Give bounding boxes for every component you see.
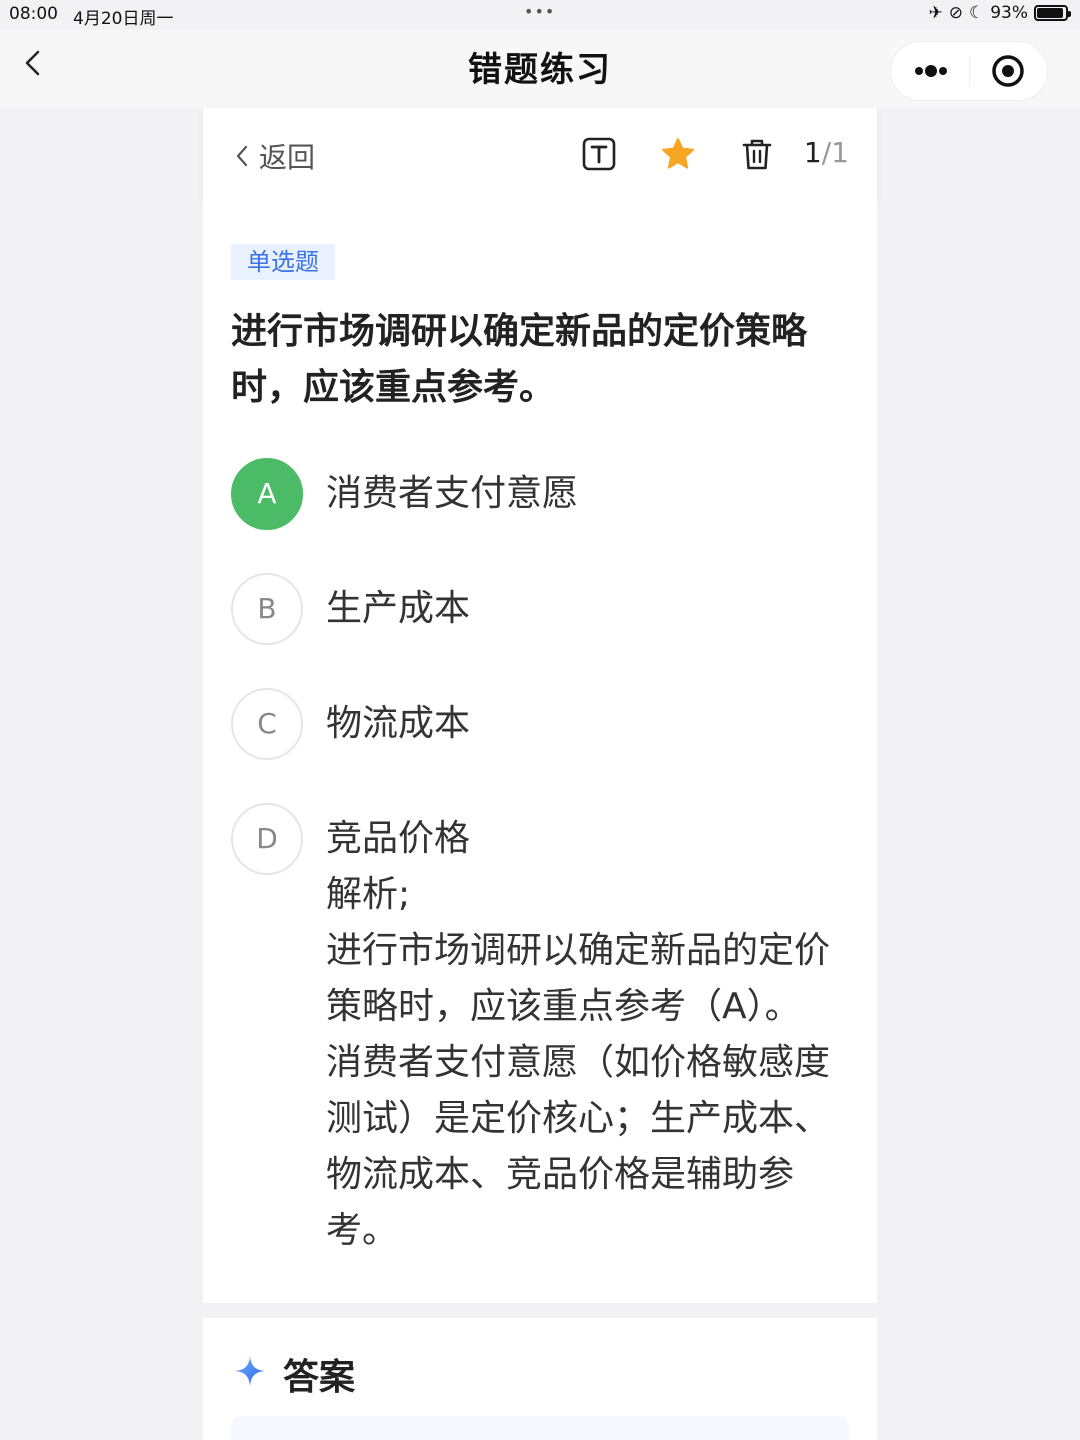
counter-separator: / <box>821 136 832 169</box>
battery-percent: 93% <box>990 3 1028 23</box>
option-letter: C <box>231 688 303 760</box>
question-card: 单选题 进行市场调研以确定新品的定价策略时，应该重点参考。 A 消费者支付意愿 … <box>203 200 877 1303</box>
question-counter: 1/1 <box>804 136 849 169</box>
status-bar: 08:00 4月20日周一 ••• ✈ ⊘ ☾ 93% <box>0 0 1080 30</box>
counter-total: 1 <box>831 136 849 169</box>
mini-program-capsule <box>891 42 1047 100</box>
option-letter: A <box>231 458 303 530</box>
capsule-divider <box>969 56 970 86</box>
explanation-text: 解析; 进行市场调研以确定新品的定价策略时，应该重点参考（A）。消费者支付意愿（… <box>326 874 831 1251</box>
answer-title: 答案 <box>283 1357 356 1398</box>
link-icon: ⊘ <box>948 3 963 23</box>
back-label: 返回 <box>259 141 316 174</box>
question-type-badge: 单选题 <box>231 244 335 280</box>
option-text: 竞品价格 <box>326 818 471 859</box>
option-letter: B <box>231 573 303 645</box>
counter-current: 1 <box>803 136 822 169</box>
more-dots-icon[interactable] <box>911 56 951 86</box>
star-icon[interactable] <box>660 136 696 172</box>
status-time: 08:00 <box>9 4 58 24</box>
multitask-dots-icon[interactable]: ••• <box>524 2 555 21</box>
nav-bar: 错题练习 <box>0 30 1080 108</box>
status-date: 4月20日周一 <box>73 9 174 29</box>
target-circle-icon[interactable] <box>991 54 1025 88</box>
question-text: 进行市场调研以确定新品的定价策略时，应该重点参考。 <box>231 311 808 408</box>
option-letter: D <box>231 803 303 875</box>
text-size-icon[interactable] <box>581 136 617 172</box>
sparkle-icon <box>235 1356 265 1386</box>
airplane-icon: ✈ <box>928 3 943 23</box>
back-button[interactable]: 返回 <box>233 136 315 176</box>
trash-icon[interactable] <box>739 136 775 172</box>
answer-box <box>231 1416 849 1440</box>
status-indicators: ✈ ⊘ ☾ 93% <box>928 3 1071 23</box>
answer-card: 答案 <box>203 1318 877 1440</box>
option-text: 物流成本 <box>326 703 471 744</box>
option-text: 消费者支付意愿 <box>326 473 579 514</box>
question-toolbar: 返回 1/1 <box>203 108 877 200</box>
moon-icon: ☾ <box>968 3 985 23</box>
battery-icon <box>1034 5 1071 21</box>
chevron-left-small-icon <box>236 145 248 167</box>
option-text: 生产成本 <box>326 588 471 629</box>
